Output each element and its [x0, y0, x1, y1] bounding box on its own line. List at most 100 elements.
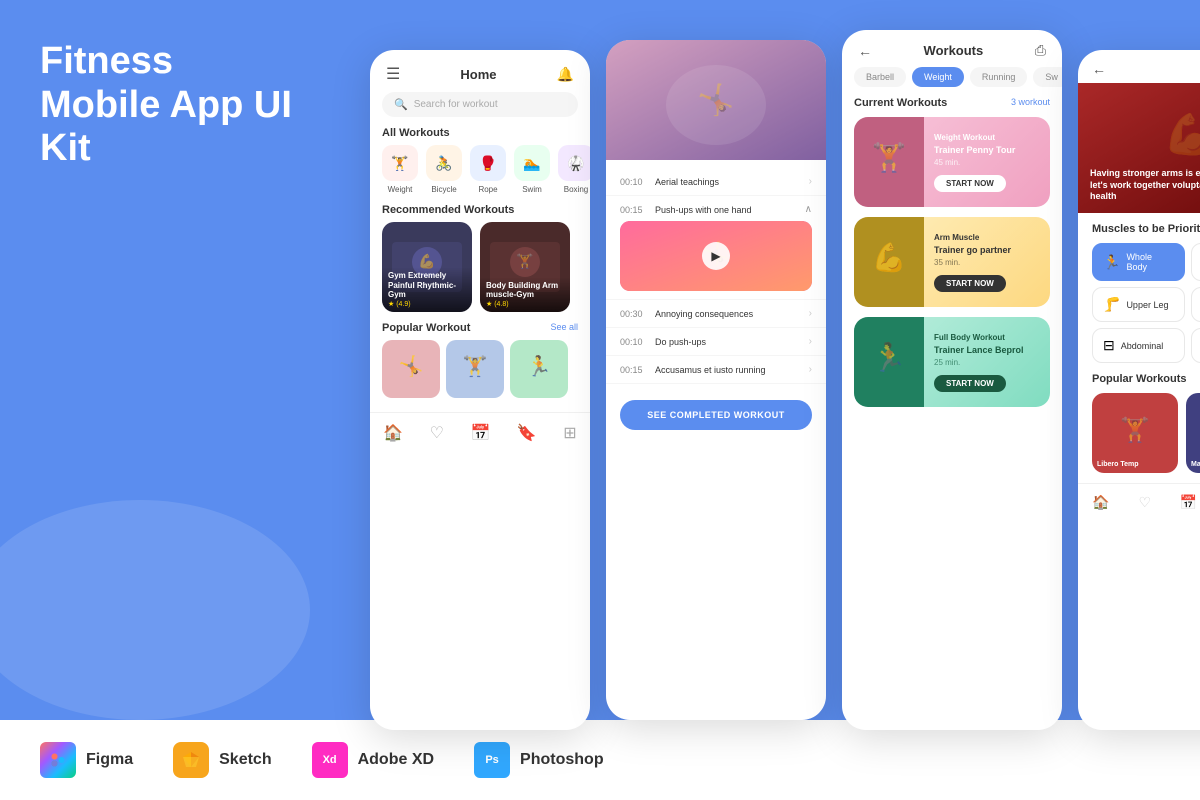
- svg-text:🏋: 🏋: [463, 354, 488, 378]
- bell-icon[interactable]: 🔔: [557, 66, 574, 83]
- rec-card-1-title: Gym Extremely Painful Rhythmic-Gym: [388, 271, 466, 300]
- svg-text:💪: 💪: [1163, 111, 1200, 157]
- completed-workout-button[interactable]: SEE COMPLETED WORKOUT: [620, 400, 812, 430]
- workout-card-2[interactable]: 💪 Arm Muscle Trainer go partner 35 min. …: [854, 217, 1050, 307]
- cat-boxing[interactable]: 🥋 Boxing: [558, 145, 590, 194]
- chevron-icon-1: ›: [809, 176, 812, 187]
- p4-popular-cards: 🏋 Libero Temp 💪 Maxime Placeat: [1078, 393, 1200, 483]
- p4-back-button[interactable]: ←: [1092, 61, 1106, 77]
- exercise-video-preview[interactable]: 🤸 ▶: [620, 221, 812, 291]
- pop-card-3[interactable]: 🏃: [510, 340, 568, 398]
- workout-card-2-start[interactable]: START NOW: [934, 275, 1006, 292]
- nav-calendar-icon[interactable]: 📅: [470, 423, 490, 443]
- tab-running[interactable]: Running: [970, 67, 1028, 87]
- cat-rope[interactable]: 🥊 Rope: [470, 145, 506, 194]
- cat-rope-label: Rope: [478, 185, 497, 194]
- muscle-whole-body[interactable]: 🏃 Whole Body: [1092, 243, 1185, 281]
- workout-card-1-img: 🏋: [854, 117, 924, 207]
- rec-card-2-title: Body Building Arm muscle-Gym: [486, 281, 564, 300]
- nav-bookmark-icon[interactable]: 🔖: [517, 423, 537, 443]
- tools-bar: Figma Sketch Xd Adobe XD Ps Photoshop: [0, 720, 1200, 800]
- rec-card-2-rating: ★ (4.8): [486, 300, 564, 308]
- workout-card-1-tag: Weight Workout: [934, 133, 1040, 142]
- workout-card-2-inner: 💪 Arm Muscle Trainer go partner 35 min. …: [854, 217, 1050, 307]
- p4-nav-home-icon[interactable]: 🏠: [1092, 494, 1109, 511]
- exercise-item-5[interactable]: 00:15 Accusamus et iusto running ›: [606, 356, 826, 384]
- play-button[interactable]: ▶: [702, 242, 730, 270]
- phone-home: ☰ Home 🔔 🔍 Search for workout All Workou…: [370, 50, 590, 730]
- chevron-icon-2: ∧: [805, 204, 812, 215]
- pop-card-1[interactable]: 🤸: [382, 340, 440, 398]
- svg-text:🏋: 🏋: [1120, 416, 1150, 444]
- muscle-arm[interactable]: 💪 Arm Muscle: [1191, 243, 1200, 281]
- cat-bicycle[interactable]: 🚴 Bicycle: [426, 145, 462, 194]
- tab-barbell[interactable]: Barbell: [854, 67, 906, 87]
- cat-weight-icon: 🏋: [382, 145, 418, 181]
- exercise-name-3: Annoying consequences: [655, 309, 809, 319]
- p1-popular-label: Popular Workout: [382, 322, 470, 334]
- muscle-upper-leg[interactable]: 🦵 Upper Leg: [1092, 287, 1185, 322]
- rec-card-1[interactable]: 💪 Gym Extremely Painful Rhythmic-Gym ★ (…: [382, 222, 472, 312]
- nav-home-icon[interactable]: 🏠: [383, 423, 403, 443]
- pop-card-2[interactable]: 🏋: [446, 340, 504, 398]
- nav-heart-icon[interactable]: ♡: [430, 423, 444, 443]
- cat-swim[interactable]: 🏊 Swim: [514, 145, 550, 194]
- chevron-icon-4: ›: [809, 336, 812, 347]
- workout-card-1[interactable]: 🏋 Weight Workout Trainer Penny Tour 45 m…: [854, 117, 1050, 207]
- rec-card-2[interactable]: 🏋 Body Building Arm muscle-Gym ★ (4.8): [480, 222, 570, 312]
- phones-area: ☰ Home 🔔 🔍 Search for workout All Workou…: [350, 0, 1200, 720]
- cat-bicycle-label: Bicycle: [431, 185, 456, 194]
- p1-search-bar[interactable]: 🔍 Search for workout: [382, 92, 578, 117]
- phone-workouts: ← Workouts ⎙ Barbell Weight Running Sw C…: [842, 30, 1062, 730]
- p2-tabs: Barbell Weight Running Sw: [842, 67, 1062, 97]
- tool-photoshop: Ps Photoshop: [474, 742, 604, 778]
- tab-weight[interactable]: Weight: [912, 67, 964, 87]
- workout-card-1-start[interactable]: START NOW: [934, 175, 1006, 192]
- share-icon[interactable]: ⎙: [1035, 42, 1046, 59]
- back-button[interactable]: ←: [858, 43, 872, 59]
- exercise-time-1: 00:10: [620, 177, 655, 187]
- p4-nav-calendar-icon[interactable]: 📅: [1180, 494, 1197, 511]
- workout-card-2-info: Arm Muscle Trainer go partner 35 min. ST…: [924, 225, 1050, 300]
- popular-card-2[interactable]: 💪 Maxime Placeat: [1186, 393, 1200, 473]
- muscle-pectoral[interactable]: 👕 Pectoral: [1191, 328, 1200, 363]
- exercise-item-3[interactable]: 00:30 Annoying consequences ›: [606, 300, 826, 328]
- p4-nav-heart-icon[interactable]: ♡: [1138, 494, 1151, 511]
- exercise-item-2[interactable]: 00:15 Push-ups with one hand ∧: [606, 196, 826, 300]
- muscle-abdominal-icon: ⊟: [1103, 337, 1115, 354]
- cat-swim-icon: 🏊: [514, 145, 550, 181]
- exercise-time-5: 00:15: [620, 365, 655, 375]
- chevron-icon-3: ›: [809, 308, 812, 319]
- popular-card-1[interactable]: 🏋 Libero Temp: [1092, 393, 1178, 473]
- workout-card-3-inner: 🏃 Full Body Workout Trainer Lance Beprol…: [854, 317, 1050, 407]
- workout-card-2-duration: 35 min.: [934, 258, 1040, 267]
- svg-text:🏃: 🏃: [527, 354, 552, 378]
- exercise-name-1: Aerial teachings: [655, 177, 809, 187]
- tab-sw[interactable]: Sw: [1033, 67, 1062, 87]
- muscle-whole-body-label: Whole Body: [1126, 252, 1174, 272]
- p1-see-all-link[interactable]: See all: [550, 322, 578, 334]
- exercise-name-5: Accusamus et iusto running: [655, 365, 809, 375]
- workout-card-3-tag: Full Body Workout: [934, 333, 1040, 342]
- nav-grid-icon[interactable]: ⊞: [563, 423, 576, 443]
- p4-popular-title: Popular Workouts: [1078, 373, 1200, 393]
- search-icon: 🔍: [394, 98, 408, 111]
- svg-text:🤸: 🤸: [697, 82, 734, 117]
- cat-boxing-label: Boxing: [564, 185, 588, 194]
- cat-weight[interactable]: 🏋 Weight: [382, 145, 418, 194]
- exercise-item-4[interactable]: 00:10 Do push-ups ›: [606, 328, 826, 356]
- muscle-abdominal[interactable]: ⊟ Abdominal: [1092, 328, 1185, 363]
- menu-icon[interactable]: ☰: [386, 64, 400, 84]
- workout-card-3-start[interactable]: START NOW: [934, 375, 1006, 392]
- p2-count: 3 workout: [1011, 97, 1050, 109]
- phone-muscle-groups: ← ⊞ 💪 Having stronger arms is everyone's…: [1078, 50, 1200, 730]
- workout-card-3[interactable]: 🏃 Full Body Workout Trainer Lance Beprol…: [854, 317, 1050, 407]
- p1-recommended-label: Recommended Workouts: [370, 204, 590, 222]
- figma-icon: [40, 742, 76, 778]
- workout-card-1-name: Trainer Penny Tour: [934, 145, 1040, 155]
- exercise-item-1[interactable]: 00:10 Aerial teachings ›: [606, 168, 826, 196]
- p1-search-text: Search for workout: [414, 99, 498, 110]
- muscle-whole-leg[interactable]: 🦶 Whole Leg: [1191, 287, 1200, 322]
- adobexd-icon: Xd: [312, 742, 348, 778]
- exercise-name-2: Push-ups with one hand: [655, 205, 805, 215]
